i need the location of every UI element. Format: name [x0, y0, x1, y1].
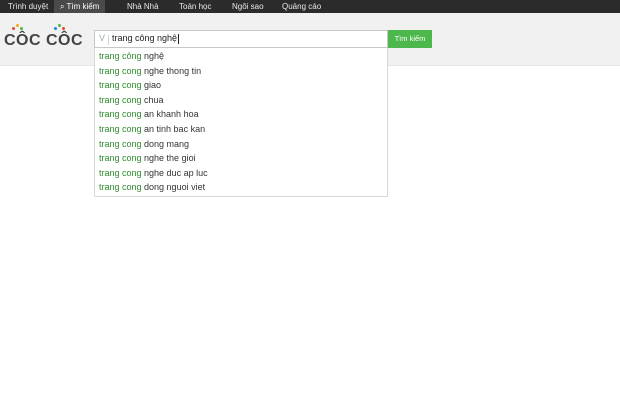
logo-dot: [62, 27, 65, 30]
nav-item-tim-kiem[interactable]: ⌕ Tìm kiếm: [54, 0, 106, 13]
suggestion-item[interactable]: trang cong nghe duc ap luc: [95, 166, 387, 181]
suggestion-item[interactable]: trang cong dong nguoi viet: [95, 180, 387, 195]
logo-word-1: CÔC: [4, 32, 42, 49]
input-divider: [108, 35, 109, 45]
suggestion-rest: nghe the gioi: [141, 153, 196, 164]
suggestion-item[interactable]: trang cong nghe the gioi: [95, 151, 387, 166]
nav-item-label: Trình duyệt: [8, 2, 49, 11]
top-navigation-bar: Trình duyệt ⌕ Tìm kiếm Nhà Nhà Toán học N…: [0, 0, 620, 13]
nav-item-label: Ngôi sao: [232, 2, 264, 11]
suggestion-rest: nghệ: [141, 51, 165, 61]
suggestion-match: trang cong: [99, 182, 142, 193]
search-icon: ⌕: [60, 2, 65, 11]
nav-item-trinh-duyet[interactable]: Trình duyệt: [2, 0, 54, 13]
logo-dot: [58, 24, 61, 27]
suggestion-rest: an tinh bac kan: [141, 123, 206, 134]
nav-item-label: Toán học: [179, 2, 212, 11]
suggestion-rest: dong nguoi viet: [141, 182, 206, 193]
nav-item-label: Tìm kiếm: [66, 2, 100, 11]
suggestion-item[interactable]: trang cong chua: [95, 93, 387, 108]
nav-item-label: Quảng cáo: [282, 2, 322, 11]
suggestion-rest: nghe thong tin: [141, 65, 202, 76]
logo-dot: [20, 27, 23, 30]
suggestion-rest: dong mang: [141, 138, 190, 149]
nav-item-quang-cao[interactable]: Quảng cáo: [276, 0, 327, 13]
suggestion-match: trang cong: [99, 94, 142, 105]
suggestion-match: trang công: [99, 51, 142, 61]
suggestion-item[interactable]: trang cong dong mang: [95, 137, 387, 152]
suggestion-match: trang cong: [99, 138, 142, 149]
nav-item-toan-hoc[interactable]: Toán học: [173, 0, 217, 13]
suggestion-item[interactable]: trang công nghệ: [95, 49, 387, 64]
suggestion-item[interactable]: trang cong giao: [95, 78, 387, 93]
suggestion-match: trang cong: [99, 167, 142, 178]
suggestion-match: trang cong: [99, 109, 142, 120]
suggestion-match: trang cong: [99, 123, 142, 134]
suggestion-match: trang cong: [99, 153, 142, 164]
suggestion-rest: an khanh hoa: [141, 109, 199, 120]
v-icon: V: [99, 33, 106, 43]
suggestion-item[interactable]: trang cong nghe thong tin: [95, 64, 387, 79]
search-input[interactable]: V trang công nghệ: [94, 30, 388, 48]
nav-item-nha-nha[interactable]: Nhà Nhà: [121, 0, 165, 13]
autocomplete-dropdown: trang công nghệ trang cong nghe thong ti…: [94, 48, 388, 197]
suggestion-rest: giao: [141, 80, 162, 91]
suggestion-match: trang cong: [99, 80, 142, 91]
logo-word-2: CÔC: [46, 32, 84, 49]
suggestion-item[interactable]: trang cong an khanh hoa: [95, 107, 387, 122]
logo-dot: [12, 27, 15, 30]
search-query-text: trang công nghệ: [112, 33, 180, 44]
nav-item-ngoi-sao[interactable]: Ngôi sao: [226, 0, 270, 13]
suggestion-rest: chua: [141, 94, 164, 105]
suggestion-rest: nghe duc ap luc: [141, 167, 208, 178]
suggestion-item[interactable]: trang cong an tinh bac kan: [95, 122, 387, 137]
text-caret: [178, 33, 180, 44]
nav-item-label: Nhà Nhà: [127, 2, 159, 11]
suggestion-match: trang cong: [99, 65, 142, 76]
logo-dot: [54, 27, 57, 30]
logo-dot: [16, 24, 19, 27]
search-query-value: trang công nghệ: [112, 33, 178, 43]
search-button[interactable]: Tìm kiếm: [388, 30, 432, 48]
